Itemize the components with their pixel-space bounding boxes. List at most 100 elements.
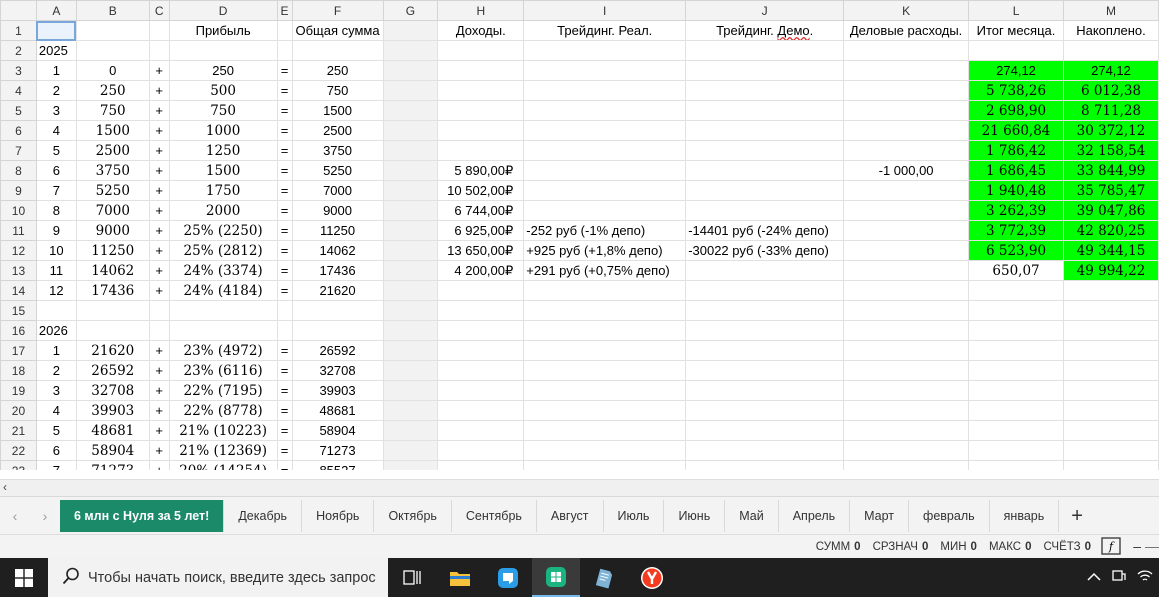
cell-l3[interactable]: 274,12	[968, 60, 1064, 81]
cell-j9[interactable]	[685, 180, 845, 201]
cell-l4[interactable]: 5 738,26	[968, 80, 1064, 101]
cell-e14[interactable]: =	[276, 280, 293, 301]
cell-h19[interactable]	[437, 380, 525, 401]
cell-j4[interactable]	[685, 80, 845, 101]
cell-a19[interactable]: 3	[35, 380, 77, 401]
cell-i8[interactable]	[523, 160, 687, 181]
cell-b11[interactable]: 9000	[75, 220, 150, 241]
cell-f19[interactable]: 39903	[291, 380, 384, 401]
scroll-left-arrow-icon[interactable]: ‹	[3, 480, 7, 494]
cell-g4[interactable]	[382, 80, 439, 101]
cell-c13[interactable]: +	[148, 260, 170, 281]
cell-f20[interactable]: 48681	[291, 400, 384, 421]
cell-a11[interactable]: 9	[35, 220, 77, 241]
cell-i13[interactable]: +291 руб (+0,75% депо)	[523, 260, 687, 281]
cell-k2[interactable]	[843, 40, 970, 61]
cell-j10[interactable]	[685, 200, 845, 221]
cell-k16[interactable]	[843, 320, 970, 341]
cell-e21[interactable]: =	[276, 420, 293, 441]
cell-d22[interactable]: 21% (12369)	[168, 440, 278, 461]
cell-f9[interactable]: 7000	[291, 180, 384, 201]
row-header-12[interactable]: 12	[0, 240, 37, 261]
cell-b15[interactable]	[75, 300, 150, 321]
select-all-corner[interactable]	[0, 0, 37, 21]
col-header-m[interactable]: M	[1063, 0, 1159, 21]
header-business-expenses[interactable]: Деловые расходы.	[843, 20, 970, 41]
cell-e23[interactable]: =	[276, 460, 293, 470]
cell-g17[interactable]	[382, 340, 439, 361]
cell-b16[interactable]	[75, 320, 150, 341]
cell-i11[interactable]: -252 руб (-1% депо)	[523, 220, 687, 241]
cell-e17[interactable]: =	[276, 340, 293, 361]
cell-h23[interactable]	[437, 460, 525, 470]
cell-d11[interactable]: 25% (2250)	[168, 220, 278, 241]
cell-m21[interactable]	[1063, 420, 1159, 441]
cell-j8[interactable]	[685, 160, 845, 181]
row-header-8[interactable]: 8	[0, 160, 37, 181]
cell-a14[interactable]: 12	[35, 280, 77, 301]
cell-a20[interactable]: 4	[35, 400, 77, 421]
app-blue-icon[interactable]	[484, 558, 532, 597]
cell[interactable]	[382, 20, 439, 41]
cell[interactable]	[148, 20, 170, 41]
cell-j19[interactable]	[685, 380, 845, 401]
cell-b19[interactable]: 32708	[75, 380, 150, 401]
row-header-6[interactable]: 6	[0, 120, 37, 141]
zoom-slider[interactable]	[1145, 547, 1159, 548]
cell-j15[interactable]	[685, 300, 845, 321]
cell-f7[interactable]: 3750	[291, 140, 384, 161]
header-trading-real[interactable]: Трейдинг. Реал.	[523, 20, 687, 41]
cell-b7[interactable]: 2500	[75, 140, 150, 161]
cell-f8[interactable]: 5250	[291, 160, 384, 181]
cell-m7[interactable]: 32 158,54	[1063, 140, 1159, 161]
cell-m19[interactable]	[1063, 380, 1159, 401]
cell-l18[interactable]	[968, 360, 1064, 381]
cell-g10[interactable]	[382, 200, 439, 221]
cell-g3[interactable]	[382, 60, 439, 81]
cell-a22[interactable]: 6	[35, 440, 77, 461]
taskbar-search-box[interactable]: Чтобы начать поиск, введите здесь запрос	[48, 558, 388, 597]
cell-f13[interactable]: 17436	[291, 260, 384, 281]
cell-d4[interactable]: 500	[168, 80, 278, 101]
cell-d5[interactable]: 750	[168, 100, 278, 121]
cell-b5[interactable]: 750	[75, 100, 150, 121]
cell-e18[interactable]: =	[276, 360, 293, 381]
cell-f11[interactable]: 11250	[291, 220, 384, 241]
cell-j22[interactable]	[685, 440, 845, 461]
col-header-i[interactable]: I	[523, 0, 687, 21]
cell-l13[interactable]: 650,07	[968, 260, 1064, 281]
cell-h22[interactable]	[437, 440, 525, 461]
cell-k10[interactable]	[843, 200, 970, 221]
cell-f17[interactable]: 26592	[291, 340, 384, 361]
cell-l22[interactable]	[968, 440, 1064, 461]
cell-m10[interactable]: 39 047,86	[1063, 200, 1159, 221]
cell-f15[interactable]	[291, 300, 384, 321]
cell-h6[interactable]	[437, 120, 525, 141]
cell-a4[interactable]: 2	[35, 80, 77, 101]
cell-k22[interactable]	[843, 440, 970, 461]
cell-h12[interactable]: 13 650,00₽	[437, 240, 525, 261]
cell-h2[interactable]	[437, 40, 525, 61]
sheet-tab-12[interactable]: январь	[990, 500, 1060, 532]
cell-b3[interactable]: 0	[75, 60, 150, 81]
header-profit[interactable]: Прибыль	[168, 20, 278, 41]
cell-d23[interactable]: 20% (14254)	[168, 460, 278, 470]
sheet-tab-0[interactable]: 6 млн с Нуля за 5 лет!	[60, 500, 225, 532]
cell-l16[interactable]	[968, 320, 1064, 341]
cell-l2[interactable]	[968, 40, 1064, 61]
cell-b13[interactable]: 14062	[75, 260, 150, 281]
cell-a15[interactable]	[35, 300, 77, 321]
cell-k14[interactable]	[843, 280, 970, 301]
cell-c11[interactable]: +	[148, 220, 170, 241]
cell-k4[interactable]	[843, 80, 970, 101]
cell-l11[interactable]: 3 772,39	[968, 220, 1064, 241]
col-header-f[interactable]: F	[291, 0, 384, 21]
cell-c2[interactable]	[148, 40, 170, 61]
col-header-a[interactable]: A	[35, 0, 77, 21]
cell-k19[interactable]	[843, 380, 970, 401]
cell-a23[interactable]: 7	[35, 460, 77, 470]
cell-d21[interactable]: 21% (10223)	[168, 420, 278, 441]
row-header-17[interactable]: 17	[0, 340, 37, 361]
cell-j20[interactable]	[685, 400, 845, 421]
cell-c12[interactable]: +	[148, 240, 170, 261]
